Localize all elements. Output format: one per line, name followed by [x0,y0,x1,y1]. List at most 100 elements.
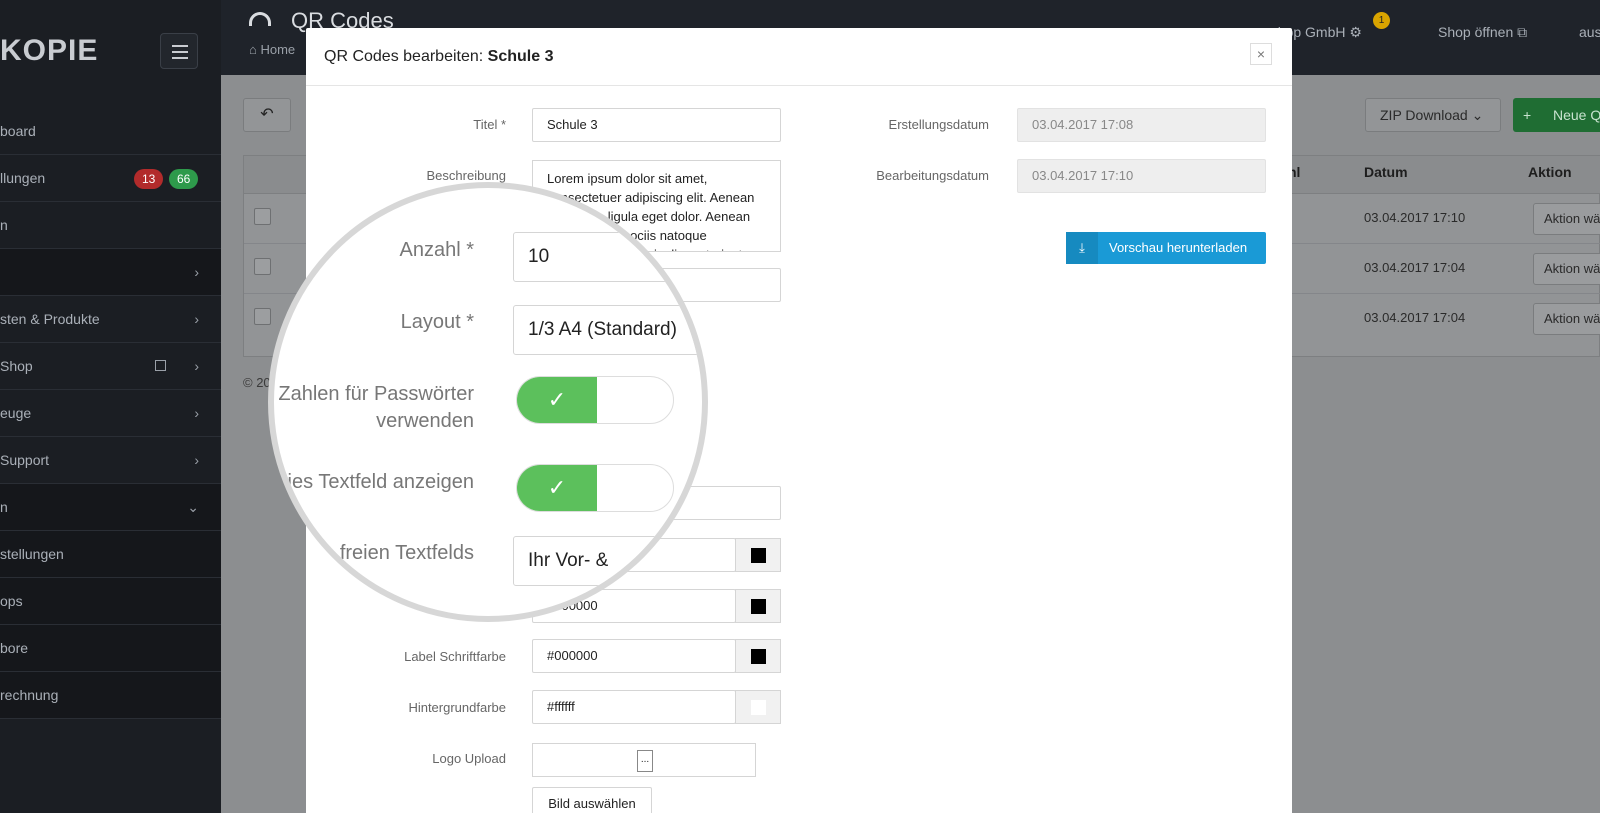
zahlen-passwoerter-label-line1: Zahlen für Passwörter [278,383,474,405]
label-color-swatch[interactable] [735,639,781,673]
sidebar-item-label: llungen [0,170,46,186]
row-date: 03.04.2017 17:04 [1364,260,1466,275]
sidebar-item-support[interactable]: Support › [0,437,221,484]
sidebar-subitem-einstellungen[interactable]: stellungen [0,531,221,578]
dashboard-gauge-icon [249,12,271,26]
sidebar-item-produkte[interactable]: sten & Produkte › [0,296,221,343]
sidebar-subitem-shops[interactable]: ops [0,578,221,625]
back-arrow-icon: ↶ [260,106,274,123]
preview-download-button[interactable]: ⤓ Vorschau herunterladen [1066,232,1266,264]
back-button[interactable]: ↶ [243,98,291,132]
download-icon: ⤓ [1066,232,1098,264]
close-icon[interactable]: × [1250,43,1272,65]
row-action-button[interactable]: Aktion wä [1533,303,1600,335]
titel-input[interactable]: Schule 3 [532,108,781,142]
modal-title-prefix: QR Codes bearbeiten: [324,48,484,65]
row-checkbox[interactable] [254,208,271,225]
breadcrumb[interactable]: ⌂ Home [249,42,295,57]
sidebar-item-3[interactable]: › [0,249,221,296]
layout-select-value: 1/3 A4 (Standard) [528,319,677,340]
choose-image-button[interactable]: Bild auswählen [532,787,652,813]
chevron-right-icon: › [194,405,199,421]
beschreibung-label: Beschreibung [426,168,507,183]
app-logo: KOPIE [0,34,99,67]
sidebar-item-dashboard[interactable]: board [0,108,221,155]
sidebar-item-label: euge [0,405,32,421]
zahlen-passwoerter-toggle[interactable]: ✓ [516,376,674,424]
sidebar-item-expanded[interactable]: n ⌄ [0,484,221,531]
sidebar-item-label: rechnung [0,687,59,703]
anzahl-input[interactable]: 10 [513,232,702,282]
row-action-button[interactable]: Aktion wä [1533,203,1600,235]
zip-download-button[interactable]: ZIP Download ⌄ [1365,98,1501,132]
sidebar-item-2[interactable]: n [0,202,221,249]
bg-color-input[interactable]: #ffffff [532,690,736,724]
bg-color-label: Hintergrundfarbe [408,700,506,715]
shop-open-label: Shop öffnen [1438,24,1514,40]
sidebar-item-label: bore [0,640,29,656]
label-color-input[interactable]: #000000 [532,639,736,673]
modal-header: QR Codes bearbeiten: Schule 3 × [306,28,1292,86]
new-qr-button[interactable]: + Neue Q [1513,98,1600,132]
external-link-icon [155,360,166,371]
freien-textfelds-input[interactable]: Ihr Vor- & [513,536,702,586]
row-checkbox[interactable] [254,258,271,275]
bearbeitungsdatum-label: Bearbeitungsdatum [876,168,989,183]
chevron-down-icon: ⌄ [187,499,199,515]
row-date: 03.04.2017 17:10 [1364,210,1466,225]
row-checkbox[interactable] [254,308,271,325]
sidebar-item-label: Shop [0,358,33,374]
textfeld-anzeigen-label: eies Textfeld anzeigen [276,471,474,493]
sidebar: KOPIE board llungen 13 66 n › sten & Pro… [0,0,221,813]
breadcrumb-home[interactable]: Home [260,42,295,57]
logout-link[interactable]: ausl [1579,24,1600,40]
sidebar-item-label: Support [0,452,50,468]
sidebar-item-bestellungen[interactable]: llungen 13 66 [0,155,221,202]
row-action-button[interactable]: Aktion wä [1533,253,1600,285]
layout-label: Layout * [400,311,474,333]
external-link-icon: ⧉ [1517,24,1528,40]
sidebar-subitem-bore[interactable]: bore [0,625,221,672]
sidebar-item-werkzeuge[interactable]: euge › [0,390,221,437]
shop-open-link[interactable]: Shop öffnen ⧉ [1438,24,1527,41]
logo-upload-field[interactable]: ... [532,743,756,777]
file-browse-icon[interactable]: ... [637,750,653,772]
sidebar-item-shop[interactable]: Shop › [0,343,221,390]
erstellungsdatum-field: 03.04.2017 17:08 [1017,108,1266,142]
plus-icon: + [1523,107,1532,123]
sidebar-item-label: n [0,499,8,515]
sidebar-item-label: sten & Produkte [0,311,100,327]
menu-toggle-button[interactable] [160,33,198,69]
text-color-swatch[interactable] [735,589,781,623]
logo-upload-label: Logo Upload [432,751,506,766]
gear-icon: ⚙ [1349,24,1362,40]
freitext-color-swatch[interactable] [735,538,781,572]
chevron-right-icon: › [194,264,199,280]
zahlen-passwoerter-label-line2: verwenden [376,410,474,432]
anzahl-label: Anzahl * [399,239,475,261]
zahlen-passwoerter-label: Zahlen für Passwörter verwenden [274,381,474,435]
bg-color-swatch[interactable] [735,690,781,724]
sidebar-subitem-abrechnung[interactable]: rechnung [0,672,221,719]
label-color-label: Label Schriftfarbe [404,649,506,664]
freien-textfelds-label: freien Textfelds [339,542,474,564]
chevron-right-icon: › [194,358,199,374]
column-header-aktion: Aktion [1528,164,1572,180]
layout-select[interactable]: 1/3 A4 (Standard) ▴▾ [513,305,702,355]
chevron-right-icon: › [194,311,199,327]
titel-label: Titel * [473,117,506,132]
checkmark-icon: ✓ [517,377,597,423]
chevron-down-icon: ⌄ [1471,107,1484,123]
new-qr-label: Neue Q [1553,107,1600,123]
erstellungsdatum-label: Erstellungsdatum [888,117,989,132]
modal-title: QR Codes bearbeiten: Schule 3 [324,48,553,66]
sidebar-item-label: ops [0,593,23,609]
column-header-datum[interactable]: Datum [1364,164,1408,180]
copyright-text: © 20 [243,375,271,390]
notification-badge[interactable]: 1 [1373,12,1390,29]
count-badge-red: 13 [134,169,164,189]
count-badge-green: 66 [169,169,199,189]
checkmark-icon: ✓ [517,465,597,511]
sidebar-item-label: board [0,123,36,139]
textfeld-anzeigen-toggle[interactable]: ✓ [516,464,674,512]
